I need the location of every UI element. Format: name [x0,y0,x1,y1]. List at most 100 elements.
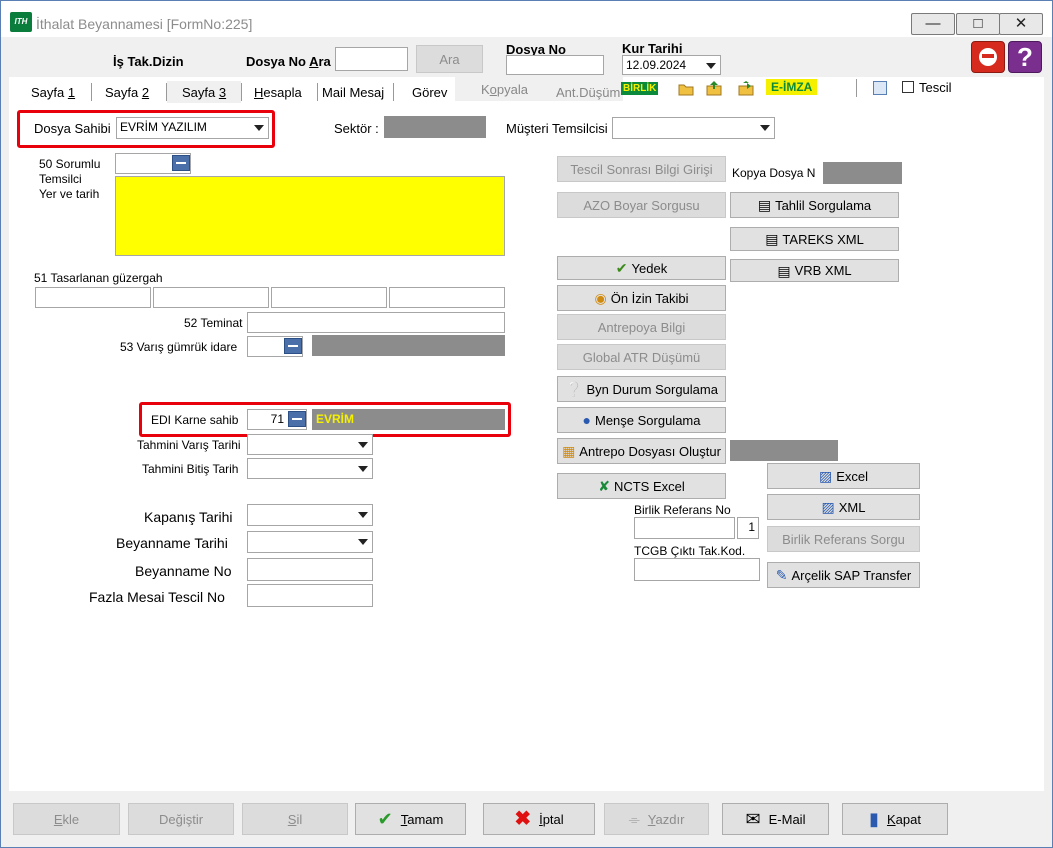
tcgb-cikti-input[interactable] [634,558,760,581]
yazdir-label: Yazdır [648,812,685,827]
dosya-no-ara-suffix: ra [318,54,331,69]
guzergah-input-4[interactable] [389,287,505,308]
export-doc-icon: ▨ [821,499,835,515]
yer-ve-tarih-textarea[interactable] [115,176,505,256]
tab-sayfa-1[interactable]: Sayfa 1 [31,85,75,100]
tamam-text: amam [407,811,444,827]
degistir-label: Değiştir [159,812,203,827]
tahmini-bitis-label: Tahmini Bitiş Tarih [142,462,239,476]
guzergah-input-3[interactable] [271,287,387,308]
tab-gorev[interactable]: Görev [412,85,447,100]
highlight-box-dosya-sahibi [17,110,275,148]
fazla-mesai-input[interactable] [247,584,373,607]
tab-strip: Sayfa 1 Sayfa 2 Sayfa 3 Hesapla Mail Mes… [9,77,1044,104]
iptal-text: ptal [542,811,564,827]
tab-hesapla[interactable]: Hesapla [254,85,302,100]
azo-boyar-button[interactable]: AZO Boyar Sorgusu [557,192,726,218]
minimize-button[interactable]: — [911,13,955,35]
tab-hotkey: o [489,82,497,97]
kapat-button[interactable]: ▮ Kapat [842,803,948,835]
e-imza-badge[interactable]: E-İMZA [766,79,818,95]
bottom-action-bar: Ekle Değiştir Sil ✔ Tamam ✖ İptal ⌯ Yazdır … [9,791,1044,847]
tescil-label: Tescil [919,80,952,95]
ncts-excel-button[interactable]: ✘ NCTS Excel [557,473,726,499]
export-icon: ▦ [562,443,576,459]
kopya-dosya-field [823,162,902,184]
arcelik-sap-button[interactable]: ✎ Arçelik SAP Transfer [767,562,920,588]
tahmini-bitis-select[interactable] [247,458,373,479]
mense-label: Menşe Sorgulama [594,412,701,428]
ant-dusum-button[interactable]: Ant.Düşüm [556,85,620,100]
maximize-button[interactable]: □ [956,13,1000,35]
antrepo-dosyasi-button[interactable]: ▦ Antrepo Dosyası Oluştur [557,438,726,464]
alarm-icon[interactable] [971,41,1005,73]
maximize-icon: □ [973,15,983,32]
sil-button[interactable]: Sil [242,803,348,835]
birlik-badge[interactable]: BİRLİK [621,82,659,95]
close-window-button[interactable]: ✕ [999,13,1043,35]
lock-icon: ◉ [594,290,607,306]
tab-text: pyala [496,82,528,97]
varis-lookup-icon[interactable] [284,338,302,354]
preview-icon[interactable] [873,81,887,95]
sorumlu-lookup-icon[interactable] [172,155,190,171]
beyanname-no-input[interactable] [247,558,373,581]
tahlil-sorgulama-button[interactable]: ▤ Tahlil Sorgulama [730,192,899,218]
on-izin-button[interactable]: ◉ Ön İzin Takibi [557,285,726,311]
dosya-no-ara-input[interactable] [335,47,408,71]
vrb-xml-button[interactable]: ▤ VRB XML [730,259,899,282]
global-atr-button[interactable]: Global ATR Düşümü [557,344,726,370]
app-icon: ITH [10,12,32,32]
sorumlu-label-3: Yer ve tarih [39,187,100,201]
tab-mail-mesaj[interactable]: Mail Mesaj [322,85,384,100]
tamam-label: Tamam [401,812,444,827]
musteri-temsilcisi-select[interactable] [612,117,775,139]
tareks-xml-button[interactable]: ▤ TAREKS XML [730,227,899,251]
beyanname-no-label: Beyanname No [135,563,232,579]
kur-tarihi-select[interactable]: 12.09.2024 [622,55,721,75]
birlik-referans-input[interactable] [634,517,735,539]
folder-open-icon[interactable] [678,82,694,96]
tamam-button[interactable]: ✔ Tamam [355,803,466,835]
dosya-no-input[interactable] [506,55,604,75]
tab-sayfa-3[interactable]: Sayfa 3 [182,85,226,100]
chevron-down-icon [358,442,368,448]
transfer-icon: ✎ [775,567,788,583]
email-button[interactable]: ✉ E-Mail [722,803,829,835]
upload-folder-icon[interactable] [706,80,722,96]
on-izin-label: Ön İzin Takibi [610,290,689,306]
is-tak-dizin-link[interactable]: İş Tak.Dizin [113,54,184,69]
guzergah-input-1[interactable] [35,287,151,308]
export-folder-icon[interactable] [738,80,754,96]
mense-sorgulama-button[interactable]: ● Menşe Sorgulama [557,407,726,433]
degistir-button[interactable]: Değiştir [128,803,234,835]
xml-button[interactable]: ▨ XML [767,494,920,520]
tahmini-varis-select[interactable] [247,434,373,455]
yedek-button[interactable]: ✔ Yedek [557,256,726,280]
ekle-label: Ekle [54,812,79,827]
yazdir-button[interactable]: ⌯ Yazdır [604,803,709,835]
tab-text: Sayfa [182,85,219,100]
chevron-down-icon [358,512,368,518]
tab-separator [393,83,394,101]
byn-durum-button[interactable]: ❔ Byn Durum Sorgulama [557,376,726,402]
beyanname-tarihi-select[interactable] [247,531,373,553]
birlik-referans-sorgu-button[interactable]: Birlik Referans Sorgu [767,526,920,552]
iptal-button[interactable]: ✖ İptal [483,803,595,835]
guzergah-input-2[interactable] [153,287,269,308]
antrepoya-bilgi-button[interactable]: Antrepoya Bilgi [557,314,726,340]
help-icon[interactable]: ? [1008,41,1042,73]
tescil-sonrasi-button[interactable]: Tescil Sonrası Bilgi Girişi [557,156,726,182]
highlight-box-edi-karne [139,402,511,437]
ekle-button[interactable]: Ekle [13,803,120,835]
birlik-referans-count[interactable]: 1 [737,517,759,539]
tab-sayfa-2[interactable]: Sayfa 2 [105,85,149,100]
info-icon: ❔ [565,381,583,397]
excel-button[interactable]: ▨ Excel [767,463,920,489]
ara-button[interactable]: Ara [416,45,483,73]
teminat-input[interactable] [247,312,505,333]
kapanis-tarihi-select[interactable] [247,504,373,526]
kopyala-button[interactable]: Kopyala [481,82,528,97]
tab-hotkey: 1 [67,85,76,100]
tescil-checkbox[interactable] [902,81,914,93]
